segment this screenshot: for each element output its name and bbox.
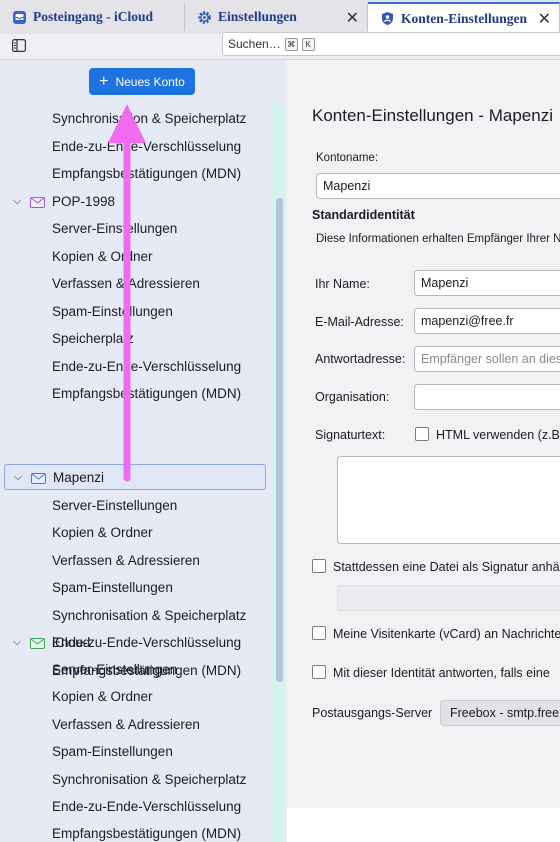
mail-account-icon: [30, 196, 45, 208]
sidebar-item[interactable]: Ende-zu-Ende-Verschlüsselung: [52, 139, 241, 154]
sidebar-item[interactable]: Kopien & Ordner: [52, 249, 153, 264]
sidebar-item[interactable]: Ende-zu-Ende-Verschlüsselung: [52, 359, 241, 374]
smtp-label: Postausgangs-Server: [312, 706, 433, 720]
signature-textarea[interactable]: [337, 456, 560, 544]
account-name: iCloud: [52, 634, 91, 650]
account-pop-1998[interactable]: ⌵ POP-1998: [4, 188, 266, 214]
mail-account-icon: [31, 472, 46, 484]
close-icon[interactable]: ✕: [346, 8, 359, 28]
tab-account-settings[interactable]: Konten-Einstellungen ✕: [368, 2, 560, 33]
page-title: Konten-Einstellungen - Mapenzi: [312, 106, 553, 125]
sidebar-item[interactable]: Spam-Einstellungen: [52, 744, 173, 759]
signature-label: Signaturtext:: [315, 428, 386, 442]
sidebar-item[interactable]: Empfangsbestätigungen (MDN): [52, 386, 241, 401]
gear-icon: [197, 10, 212, 25]
sidebar-item[interactable]: Server-Einstellungen: [52, 498, 177, 513]
email-label: E-Mail-Adresse:: [315, 315, 404, 329]
sidebar-item[interactable]: Server-Einstellungen: [52, 662, 177, 677]
sidebar-item[interactable]: Spam-Einstellungen: [52, 304, 173, 319]
sidebar-item[interactable]: Kopien & Ordner: [52, 525, 153, 540]
smtp-server-select[interactable]: Freebox - smtp.free.fr: [440, 700, 560, 726]
sidebar-item[interactable]: Speicherplatz: [52, 331, 134, 346]
inbox-icon: [12, 10, 27, 25]
vcard-label: Meine Visitenkarte (vCard) an Nachrichte…: [333, 627, 560, 641]
account-sidebar: + Neues Konto Synchronisation & Speicher…: [0, 60, 286, 842]
identity-description: Diese Informationen erhalten Empfänger I…: [316, 233, 560, 245]
account-mapenzi[interactable]: ⌵ Mapenzi: [4, 464, 266, 490]
reply-to-field[interactable]: Empfänger sollen an diese andere Adresse…: [414, 346, 560, 372]
vcard-checkbox[interactable]: [312, 626, 326, 640]
sidebar-item[interactable]: Synchronisation & Speicherplatz: [52, 608, 246, 623]
sidebar-item[interactable]: Empfangsbestätigungen (MDN): [52, 166, 241, 181]
sidebar-item[interactable]: Verfassen & Adressieren: [52, 276, 200, 291]
account-name: POP-1998: [52, 193, 116, 209]
chevron-down-icon[interactable]: ⌵: [8, 636, 26, 649]
chevron-down-icon[interactable]: ⌵: [9, 471, 27, 484]
tab-bar: Posteingang - iCloud Einstellungen ✕ Kon…: [0, 0, 560, 35]
signature-file-checkbox[interactable]: [312, 559, 326, 573]
reply-identity-label: Mit dieser Identität antworten, falls ei…: [333, 666, 550, 680]
account-settings-panel: Konten-Einstellungen - Mapenzi Kontoname…: [287, 60, 560, 842]
settings-form: Konten-Einstellungen - Mapenzi Kontoname…: [287, 60, 560, 808]
tab-settings[interactable]: Einstellungen ✕: [185, 3, 368, 31]
html-checkbox[interactable]: [415, 427, 429, 441]
sidebar-scrollbar-thumb[interactable]: [276, 198, 283, 682]
account-name-field[interactable]: Mapenzi: [316, 173, 560, 199]
sidebar-item[interactable]: Ende-zu-Ende-Verschlüsselung: [52, 799, 241, 814]
html-label: HTML verwenden (z.B.: [436, 428, 560, 442]
chevron-down-icon[interactable]: ⌵: [8, 195, 26, 208]
tab-label: Einstellungen: [218, 9, 297, 24]
search-placeholder: Suchen…: [228, 37, 281, 51]
sidebar-item[interactable]: Synchronisation & Speicherplatz: [52, 111, 246, 126]
organization-field[interactable]: [414, 384, 560, 410]
sidebar-item[interactable]: Kopien & Ordner: [52, 689, 153, 704]
reply-to-label: Antwortadresse:: [315, 352, 406, 366]
new-account-label: Neues Konto: [115, 74, 185, 89]
sidebar-toggle-icon[interactable]: [12, 39, 27, 55]
name-field[interactable]: Mapenzi: [414, 270, 560, 296]
search-input[interactable]: Suchen… ⌘ K: [222, 32, 560, 56]
new-account-button[interactable]: + Neues Konto: [89, 68, 195, 95]
mail-account-icon: [30, 637, 45, 649]
sidebar-item[interactable]: Server-Einstellungen: [52, 221, 177, 236]
shortcut-key: K: [301, 37, 315, 51]
sidebar-item[interactable]: Verfassen & Adressieren: [52, 553, 200, 568]
account-icon: [380, 11, 395, 26]
sidebar-item[interactable]: Synchronisation & Speicherplatz: [52, 772, 246, 787]
sidebar-item[interactable]: Verfassen & Adressieren: [52, 717, 200, 732]
account-name-label: Kontoname:: [316, 152, 379, 164]
tab-label: Posteingang - iCloud: [33, 9, 154, 24]
sidebar-item[interactable]: Empfangsbestätigungen (MDN): [52, 826, 241, 841]
close-icon[interactable]: ✕: [538, 9, 551, 29]
signature-file-label: Stattdessen eine Datei als Signatur anhä…: [333, 560, 560, 574]
email-field[interactable]: mapenzi@free.fr: [414, 308, 560, 334]
account-icloud[interactable]: ⌵ iCloud: [4, 629, 266, 655]
identity-heading: Standardidentität: [312, 208, 415, 222]
organization-label: Organisation:: [315, 390, 390, 404]
tab-inbox[interactable]: Posteingang - iCloud: [0, 3, 185, 31]
tab-label: Konten-Einstellungen: [401, 10, 528, 26]
sidebar-item[interactable]: Spam-Einstellungen: [52, 580, 173, 595]
name-label: Ihr Name:: [315, 277, 370, 291]
plus-icon: +: [99, 72, 109, 90]
account-name: Mapenzi: [53, 469, 105, 485]
reply-identity-checkbox[interactable]: [312, 665, 326, 679]
shortcut-key: ⌘: [284, 37, 298, 51]
signature-file-field[interactable]: [337, 585, 560, 611]
